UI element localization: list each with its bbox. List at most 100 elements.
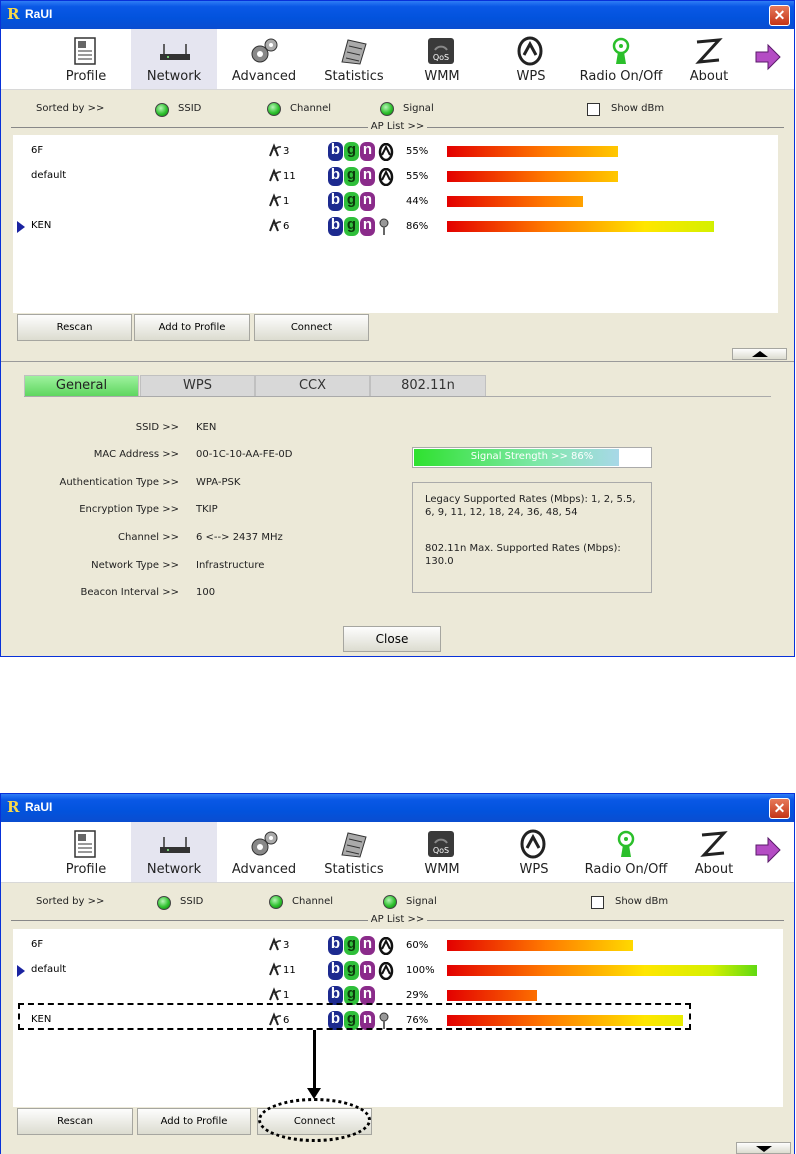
sort-row-2: Sorted by >> SSID Channel Signal Show dB… [1,884,794,926]
ap-mode-badges: bgn [328,192,376,211]
toolbar-wps[interactable]: WPS [491,822,577,882]
add-to-profile-button[interactable]: Add to Profile [134,314,250,341]
sort-signal-radio[interactable] [383,895,397,909]
toolbar-profile[interactable]: Profile [43,822,129,882]
beacon-interval-label: Beacon Interval >> [80,587,179,598]
wps-icon [377,936,395,958]
toolbar-about-label: About [689,69,729,84]
rescan-button[interactable]: Rescan [17,314,132,341]
qos-icon: QoS [428,38,454,64]
toolbar-network-label: Network [146,862,202,877]
tab-wps[interactable]: WPS [140,375,255,397]
toolbar-radio-on-off-label: Radio On/Off [579,69,663,84]
expand-details-button[interactable] [736,1142,791,1154]
ap-list-caption: AP List >> [1,914,794,925]
ap-signal-percent: 100% [406,965,435,976]
ap-row[interactable]: 1 b g n 44% [13,191,778,213]
show-dbm-checkbox[interactable] [587,103,600,116]
toolbar-advanced-label: Advanced [231,862,297,877]
close-button[interactable]: Close [343,626,441,652]
ap-mode-badges: bgn [328,142,376,161]
more-arrow-icon[interactable] [754,43,782,71]
toolbar-statistics[interactable]: Statistics [311,29,397,89]
ap-row[interactable]: 6F 3 b g n 55% [13,141,778,163]
add-to-profile-button[interactable]: Add to Profile [137,1108,251,1135]
qos-icon: QoS [428,831,454,857]
toolbar-advanced[interactable]: Advanced [221,822,307,882]
callout-arrow-line [313,1030,316,1092]
connect-button[interactable]: Connect [254,314,369,341]
rescan-button[interactable]: Rescan [17,1108,133,1135]
ap-mode-badges: bgn [328,961,376,980]
sort-channel-radio[interactable] [269,895,283,909]
wps-icon [520,829,546,859]
toolbar-wps[interactable]: WPS [488,29,574,89]
advanced-gear-icon [251,38,278,63]
sort-signal-radio[interactable] [380,102,394,116]
collapse-details-button[interactable] [732,348,787,360]
toolbar-profile-label: Profile [65,862,107,877]
sort-ssid-radio[interactable] [157,896,171,910]
toolbar-about[interactable]: About [671,822,757,882]
sort-ssid-label: SSID [180,896,204,907]
toolbar-wmm[interactable]: QoS WMM [399,822,485,882]
toolbar-network-label: Network [146,69,202,84]
toolbar-about[interactable]: About [666,29,752,89]
supported-rates-box: Legacy Supported Rates (Mbps): 1, 2, 5.5… [412,482,652,593]
ap-list[interactable]: 6F 3 b g n 55% default 11 b g n 55% 1 b g n 44% KEN 6 b g n 86… [13,135,778,313]
toolbar-radio-on-off-label: Radio On/Off [584,862,668,877]
ap-row[interactable]: default 11 b g n 100% [13,960,783,982]
toolbar-radio-on-off[interactable]: Radio On/Off [581,822,671,882]
ht-rates-text: 802.11n Max. Supported Rates (Mbps): 130… [425,543,621,567]
ap-row[interactable]: 6F 3 b g n 60% [13,935,783,957]
signal-strength-text: Signal Strength >> 86% [470,451,594,462]
toolbar-radio-on-off[interactable]: Radio On/Off [576,29,666,89]
beacon-interval-value: 100 [196,587,216,598]
close-window-button[interactable]: ✕ [769,5,790,26]
close-window-button-2[interactable]: ✕ [769,798,790,819]
ap-signal-percent: 60% [406,940,429,951]
more-arrow-icon[interactable] [754,836,782,864]
tab-general[interactable]: General [24,375,139,397]
tab-ccx[interactable]: CCX [255,375,370,397]
ap-signal-bar [447,990,537,1001]
title-bar-2[interactable]: R RaUI ✕ [1,794,794,822]
mac-address-label: MAC Address >> [93,449,179,460]
toolbar-profile[interactable]: Profile [43,29,129,89]
sort-ssid-radio[interactable] [155,103,169,117]
ap-signal-percent: 55% [406,171,429,182]
mac-address-value: 00-1C-10-AA-FE-0D [196,449,293,460]
title-bar[interactable]: R RaUI ✕ [1,1,794,29]
radio-antenna-icon [617,830,635,857]
mode-n-icon: n [360,167,375,186]
toolbar-statistics[interactable]: Statistics [311,822,397,882]
sort-channel-radio[interactable] [267,102,281,116]
mode-n-icon: n [360,217,375,236]
signal-strength-bar: Signal Strength >> 86% [412,447,652,468]
ap-signal-bar [447,146,618,157]
ssid-value: KEN [196,422,217,433]
ap-signal-percent: 29% [406,990,429,1001]
toolbar-network[interactable]: Network [131,29,217,89]
network-type-value: Infrastructure [196,560,265,571]
ap-signal-bar [447,196,583,207]
toolbar-statistics-label: Statistics [324,69,384,84]
show-dbm-checkbox[interactable] [591,896,604,909]
ap-signal-percent: 55% [406,146,429,157]
toolbar-wmm[interactable]: QoS WMM [399,29,485,89]
mode-b-icon: b [328,142,343,161]
sort-channel-label: Channel [290,103,332,114]
tabs-rule [24,396,771,397]
mode-n-icon: n [360,142,375,161]
toolbar-advanced[interactable]: Advanced [221,29,307,89]
toolbar-network[interactable]: Network [131,822,217,882]
tab-80211n[interactable]: 802.11n [370,375,486,397]
ap-channel: 3 [283,940,290,951]
ap-mode-badges: bgn [328,167,376,186]
ap-signal-bar [447,965,757,976]
raui-window-network-details: R RaUI ✕ Profile Network Advanced Statis… [0,0,795,657]
sort-row: Sorted by >> SSID Channel Signal Show dB… [1,91,794,133]
ap-row[interactable]: default 11 b g n 55% [13,166,778,188]
ap-row[interactable]: KEN 6 b g n 86% [13,216,778,238]
ap-ssid: default [31,964,67,975]
